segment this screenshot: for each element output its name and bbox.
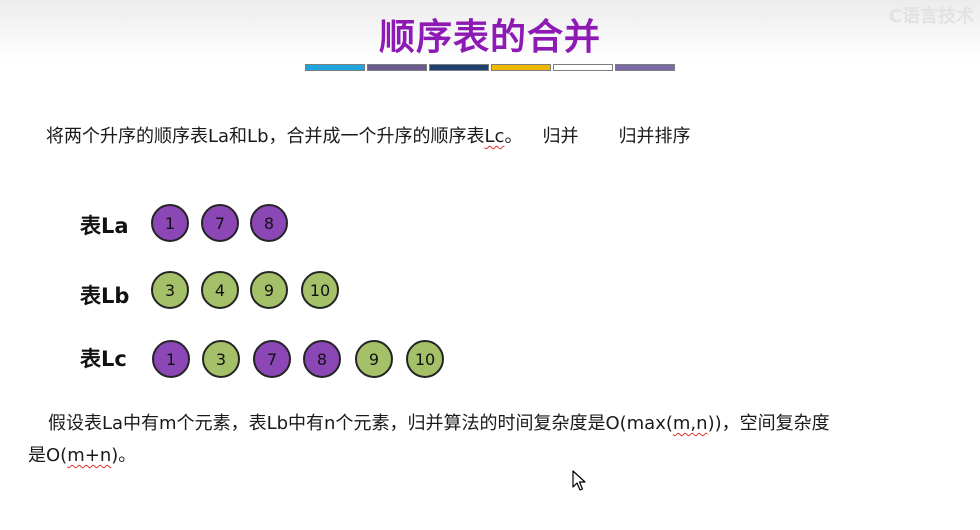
intro-lc: Lc [484,126,505,147]
title-color-bar [305,64,675,71]
color-bar-segment [305,64,365,71]
color-bar-segment [615,64,675,71]
lb-node: 9 [250,271,288,309]
complexity-text-c: ))，空间复杂度 [707,413,830,434]
intro-word-merge: 归并 [542,126,579,147]
lc-node: 8 [303,340,341,378]
intro-end: 。 [504,126,523,147]
complexity-m-plus-n: m+n [67,445,112,466]
complexity-text-f: )。 [111,445,137,466]
intro-text: 将两个升序的顺序表La和Lb，合并成一个升序的顺序表Lc。 归并 归并排序 [46,122,690,148]
lb-node: 3 [151,271,189,309]
color-bar-segment [553,64,613,71]
complexity-line-2: 是O(m+n)。 [28,440,938,472]
color-bar-segment [491,64,551,71]
complexity-text-a: 假设表La中有m个元素，表Lb中有n个元素，归并算法的时间复杂度是O(max( [48,413,673,434]
complexity-text-d: 是O( [28,445,68,466]
slide-title: 顺序表的合并 [378,17,601,58]
intro-main: 将两个升序的顺序表La和Lb，合并成一个升序的顺序表 [46,126,485,147]
la-node: 7 [201,204,239,242]
complexity-text: 假设表La中有m个元素，表Lb中有n个元素，归并算法的时间复杂度是O(max(m… [28,408,938,472]
mouse-pointer-icon [572,470,586,491]
lc-node: 3 [202,340,240,378]
lb-node: 10 [301,271,339,309]
la-node: 8 [250,204,288,242]
row-label-lb: 表Lb [80,284,130,308]
row-label-lc: 表Lc [80,347,127,371]
lc-node: 7 [253,340,291,378]
row-label-la: 表La [80,214,129,238]
lc-node: 9 [355,340,393,378]
la-node: 1 [151,204,189,242]
color-bar-segment [367,64,427,71]
intro-word-merge-sort: 归并排序 [618,126,691,147]
lc-node: 1 [152,340,190,378]
complexity-line-1: 假设表La中有m个元素，表Lb中有n个元素，归并算法的时间复杂度是O(max(m… [28,408,938,440]
complexity-mn: m,n [672,413,708,434]
lc-node: 10 [406,340,444,378]
color-bar-segment [429,64,489,71]
lb-node: 4 [201,271,239,309]
